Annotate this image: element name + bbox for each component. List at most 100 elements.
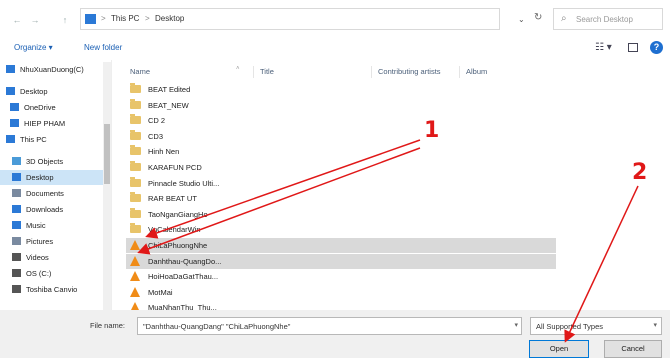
file-name-field[interactable]: "Danhthau-QuangDang" "ChiLaPhuongNhe" ▾ [137, 317, 522, 335]
column-name[interactable]: Name [130, 67, 150, 76]
folder-row[interactable]: BEAT_NEW [126, 98, 556, 113]
folder-row[interactable]: RAR BEAT UT [126, 191, 556, 206]
column-artists[interactable]: Contributing artists [378, 67, 441, 76]
nav-item-label: Pictures [26, 237, 54, 246]
nav-item-label: HIEP PHAM [24, 119, 66, 128]
view-options-icon[interactable]: ☷ ▾ [595, 42, 612, 53]
file-type-select[interactable]: All Supported Types ▾ [530, 317, 662, 335]
vlc-file-icon [130, 240, 140, 250]
preview-pane-icon[interactable] [628, 43, 638, 52]
address-bar[interactable]: > This PC > Desktop [80, 8, 500, 30]
chevron-down-icon[interactable]: ▾ [514, 321, 518, 329]
annotation-label-1: 1 [424, 118, 440, 143]
folder-icon [130, 161, 141, 171]
media-file-row[interactable]: MotMai [126, 285, 556, 300]
folder-icon [130, 129, 141, 140]
computer-icon [85, 14, 96, 24]
nav-item-downloads[interactable]: Downloads [0, 202, 110, 217]
nav-item-documents[interactable]: Documents [0, 186, 110, 201]
nav-item-label: Desktop [20, 87, 48, 96]
nav-item-3d-objects[interactable]: 3D Objects [0, 154, 110, 169]
video-icon [12, 253, 21, 261]
music-icon [12, 221, 21, 229]
nav-item-label: Videos [26, 253, 49, 262]
vlc-file-icon [130, 286, 140, 297]
annotation-label-2: 2 [632, 160, 648, 185]
nav-item-music[interactable]: Music [0, 218, 110, 233]
picture-icon [12, 237, 21, 245]
nav-scrollbar[interactable] [103, 62, 111, 312]
nav-item-pictures[interactable]: Pictures [0, 234, 110, 249]
column-divider[interactable] [253, 66, 254, 78]
column-album[interactable]: Album [466, 67, 487, 76]
address-dropdown-icon[interactable]: ⌄ [518, 15, 525, 24]
nav-item-hiep-pham[interactable]: HIEP PHAM [0, 116, 110, 131]
nav-scrollbar-thumb[interactable] [104, 124, 110, 184]
file-name-value: "Danhthau-QuangDang" "ChiLaPhuongNhe" [143, 322, 291, 331]
nav-item-this-pc[interactable]: This PC [0, 132, 110, 147]
media-file-row[interactable]: HoiHoaDaGatThau... [126, 269, 556, 284]
chevron-down-icon[interactable]: ▾ [653, 321, 657, 329]
address-row: ← → ↑ > This PC > Desktop ⌄ ↻ ⌕ Search D… [0, 0, 670, 40]
nav-item-desktop[interactable]: Desktop [0, 84, 110, 99]
sort-caret-icon: ˄ [236, 66, 240, 72]
file-name: TaoNganGiangHo [148, 209, 208, 219]
search-icon: ⌕ [561, 13, 567, 24]
file-type-value: All Supported Types [536, 322, 603, 331]
folder-icon [130, 83, 141, 93]
nav-item-os-c[interactable]: OS (C:) [0, 266, 110, 281]
cube-icon [12, 157, 21, 165]
help-icon[interactable]: ? [650, 41, 663, 54]
folder-icon [130, 98, 141, 109]
nav-item-label: Music [26, 221, 46, 230]
drive-icon [12, 285, 21, 293]
breadcrumb-separator: > [101, 14, 106, 23]
cancel-button[interactable]: Cancel [604, 340, 662, 358]
breadcrumb-this-pc[interactable]: This PC [111, 14, 139, 23]
new-folder-button[interactable]: New folder [84, 43, 122, 52]
media-file-row[interactable]: ChiLaPhuongNhe [126, 238, 556, 253]
nav-item-label: Toshiba Canvio [26, 285, 78, 294]
desktop-icon [6, 87, 15, 95]
media-file-row[interactable]: Danhthau-QuangDo... [126, 253, 556, 269]
nav-item-toshiba-canvio[interactable]: Toshiba Canvio [0, 282, 110, 297]
column-title[interactable]: Title [260, 67, 274, 76]
refresh-icon[interactable]: ↻ [534, 12, 542, 23]
nav-item-desktop[interactable]: Desktop [0, 170, 110, 185]
file-name: Danhthau-QuangDo... [148, 256, 222, 266]
folder-row[interactable]: VnCalendarWin [126, 222, 556, 237]
nav-item-label: OS (C:) [26, 269, 52, 278]
open-button[interactable]: Open [529, 340, 589, 358]
back-arrow-icon[interactable]: ← [12, 14, 22, 26]
breadcrumb-separator: > [145, 14, 150, 23]
drive-icon [12, 269, 21, 277]
navigation-pane: NhuXuanDuong(C) Desktop OneDrive HIEP PHAM T… [0, 60, 112, 310]
nav-item-onedrive[interactable]: OneDrive [0, 100, 110, 115]
nav-item-label: NhuXuanDuong(C) [20, 65, 84, 74]
organize-button[interactable]: Organize ▾ [14, 43, 53, 52]
folder-icon [130, 207, 141, 218]
file-name: KARAFUN PCD [148, 163, 202, 172]
folder-row[interactable]: BEAT Edited [126, 82, 556, 97]
vlc-file-icon [130, 271, 140, 282]
folder-row[interactable]: Hinh Nen [126, 144, 556, 159]
column-divider[interactable] [459, 66, 460, 78]
nav-item-videos[interactable]: Videos [0, 250, 110, 265]
column-divider[interactable] [371, 66, 372, 78]
vlc-file-icon [130, 255, 140, 266]
breadcrumb-desktop[interactable]: Desktop [155, 14, 184, 23]
up-arrow-icon[interactable]: ↑ [60, 14, 70, 26]
folder-row[interactable]: CD 2 [126, 113, 556, 128]
search-input[interactable]: ⌕ Search Desktop [553, 8, 663, 30]
forward-arrow-icon[interactable]: → [30, 14, 40, 26]
file-name: Hinh Nen [148, 147, 180, 157]
file-name-label: File name: [90, 321, 126, 330]
folder-row[interactable]: Pinnacle Studio Ulti... [126, 176, 556, 191]
folder-row[interactable]: CD3 [126, 129, 556, 144]
nav-item-label: This PC [20, 135, 47, 144]
desktop-icon [12, 173, 21, 181]
file-name: CD3 [148, 131, 164, 141]
folder-row[interactable]: KARAFUN PCD [126, 160, 556, 175]
nav-item-nhuxuanduong-c[interactable]: NhuXuanDuong(C) [0, 62, 110, 77]
folder-row[interactable]: TaoNganGiangHo [126, 207, 556, 222]
